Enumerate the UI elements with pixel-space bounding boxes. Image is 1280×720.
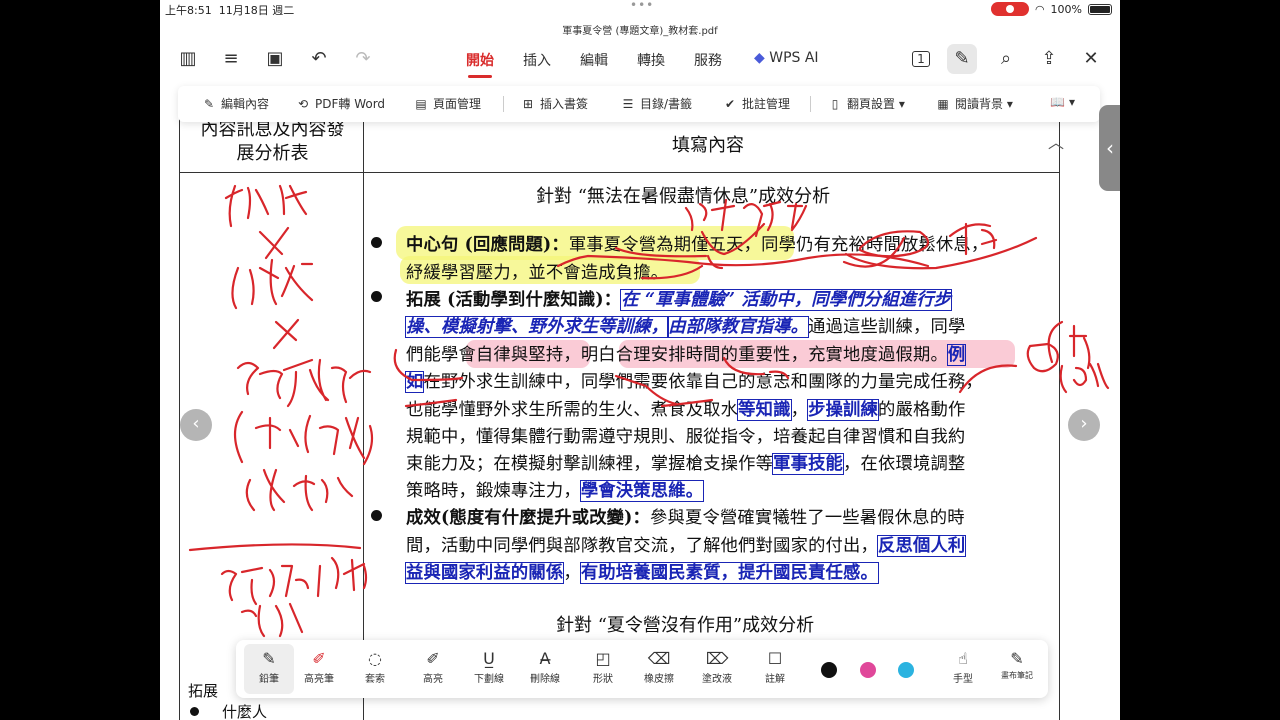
bottom-left-item: 什麼人 <box>222 703 268 720</box>
expand-line2: 操、模擬射擊、野外求生等訓練，由部隊教官指導。通過這些訓練，同學 <box>404 316 966 338</box>
bookmark-icon: ⊞ <box>522 97 534 111</box>
pen-icon: ✎ <box>954 48 970 69</box>
underline-tool[interactable]: U̲ 下劃線 <box>464 648 514 685</box>
page-count-icon[interactable]: 1 <box>910 48 932 70</box>
section-title-2: 針對 “夏令營沒有作用”成效分析 <box>556 615 815 636</box>
expand-line4: 如在野外求生訓練中，同學們需要依靠自己的意志和團隊的力量完成任務， <box>404 371 983 393</box>
hand-tool[interactable]: ☝ 手型 <box>938 648 988 685</box>
expand-line5: 也能學懂野外求生所需的生火、煮食及取水等知識，步操訓練的嚴格動作 <box>406 399 966 421</box>
underline-icon: U̲ <box>483 649 495 668</box>
wps-ai-button[interactable]: ◆ WPS AI <box>754 50 819 66</box>
expand-line7: 束能力及；在模擬射擊訓練裡，掌握槍支操作等軍事技能，在依環境調整 <box>406 453 966 475</box>
highlight-icon: ✐ <box>426 649 440 668</box>
hand-icon: ☝ <box>958 649 968 668</box>
search-icon[interactable]: ⌕ <box>995 48 1017 70</box>
note-tool[interactable]: ☐ 註解 <box>750 648 800 685</box>
ipad-screen: 上午8:51 11月18日 週二 ••• ◠ 100% 軍事夏令營 (專題文章)… <box>160 0 1120 720</box>
reading-background-button[interactable]: ▦ 閱讀背景 ▾ <box>936 95 1013 112</box>
pen-toolbar: ✎ 鉛筆 ✐ 高亮筆 ◌ 套索 ✐ 高亮 U̲ 下劃線 A̶ 刪除線 ◰ 形狀 ⌫ 橡皮擦 ⌦ 塗… <box>236 640 1048 698</box>
color-cyan[interactable] <box>898 662 914 678</box>
page-turn-icon: ▯ <box>831 97 839 111</box>
pencil-tool[interactable]: ✎ 鉛筆 <box>244 644 294 694</box>
tab-insert[interactable]: 插入 <box>523 50 551 70</box>
strikethrough-icon: A̶ <box>539 649 551 668</box>
highlight-tool[interactable]: ✐ 高亮 <box>408 648 458 685</box>
bottom-left-label: 拓展 <box>188 682 219 700</box>
save-icon[interactable]: ▣ <box>264 48 286 70</box>
screen-recording-indicator[interactable] <box>990 2 1029 16</box>
battery-icon <box>1088 3 1112 15</box>
lasso-icon: ◌ <box>368 649 382 668</box>
expand-line6: 規範中，懂得集體行動需遵守規則、服從指令，培養起自律習慣和自我約 <box>406 427 966 447</box>
section-title-1: 針對 “無法在暑假盡情休息”成效分析 <box>536 186 831 207</box>
menu-icon[interactable]: ≡ <box>220 48 242 70</box>
status-time: 上午8:51 11月18日 週二 <box>165 4 295 17</box>
comment-manage-button[interactable]: ✔ 批註管理 <box>723 95 790 112</box>
insert-bookmark-button[interactable]: ⊞ 插入書簽 <box>521 95 588 112</box>
close-icon[interactable]: ✕ <box>1080 48 1102 70</box>
convert-icon: ⟲ <box>297 97 309 111</box>
tab-start[interactable]: 開始 <box>466 50 494 78</box>
effect-line3: 益與國家利益的關係，有助培養國民素質，提升國民責任感。 <box>404 562 880 584</box>
toc-bookmark-button[interactable]: ☰ 目錄/書籤 <box>621 95 692 112</box>
left-header: 內容訊息及內容發 展分析表 <box>200 119 345 164</box>
eraser-tool[interactable]: ⌫ 橡皮擦 <box>634 648 684 685</box>
effect-line2: 間，活動中同學們與部隊教官交流，了解他們對國家的付出，反思個人利 <box>406 535 967 557</box>
correction-fluid-icon: ⌦ <box>705 649 729 668</box>
highlighter-pen-tool[interactable]: ✐ 高亮筆 <box>294 648 344 685</box>
tab-service[interactable]: 服務 <box>694 50 722 70</box>
background-icon: ▦ <box>937 97 949 111</box>
lasso-tool[interactable]: ◌ 套索 <box>350 648 400 685</box>
page-icon: ▤ <box>415 97 427 111</box>
toc-icon: ☰ <box>622 97 634 111</box>
ribbon-bar: ✎ 編輯內容 ⟲ PDF轉 Word ▤ 頁面管理 ⊞ 插入書簽 ☰ 目錄/書籤 ✔ 批註管… <box>178 86 1100 122</box>
next-page-icon[interactable]: › <box>1068 409 1100 441</box>
note-icon: ☐ <box>767 649 783 668</box>
collapse-icon[interactable]: ︿ <box>1048 129 1064 153</box>
highlighter-icon: ✐ <box>312 649 326 668</box>
right-header: 填寫內容 <box>672 135 744 156</box>
canvas-note-tool[interactable]: ✎ 畫布筆記 <box>992 648 1042 681</box>
book-view-button[interactable]: 📖 ▾ <box>1050 95 1075 109</box>
page-manage-button[interactable]: ▤ 頁面管理 <box>414 95 481 112</box>
strikethrough-tool[interactable]: A̶ 刪除線 <box>520 648 570 685</box>
center-sentence-line2: 紓緩學習壓力，並不會造成負擔。 <box>406 263 669 283</box>
color-black[interactable] <box>821 662 837 678</box>
tab-edit[interactable]: 編輯 <box>580 50 608 70</box>
undo-icon[interactable]: ↶ <box>308 48 330 70</box>
wifi-icon: ◠ <box>1034 2 1045 16</box>
document-title: 軍事夏令營 (專題文章)_教材套.pdf <box>562 26 718 37</box>
status-bar: 上午8:51 11月18日 週二 ••• ◠ 100% <box>160 0 1120 18</box>
side-panel-handle[interactable]: ‹ <box>1099 105 1120 191</box>
prev-page-icon[interactable]: ‹ <box>180 409 212 441</box>
book-icon: 📖 <box>1050 95 1065 109</box>
wps-ai-icon: ◆ <box>754 50 765 66</box>
correction-fluid-tool[interactable]: ⌦ 塗改液 <box>692 648 742 685</box>
bullet-effect: 成效(態度有什麼提升或改變)：參與夏令營確實犧牲了一些暑假休息的時 <box>406 508 965 528</box>
shape-icon: ◰ <box>595 649 611 668</box>
battery-percent: 100% <box>1050 2 1082 16</box>
main-toolbar: ▥ ≡ ▣ ↶ ↷ 開始 插入 編輯 轉換 服務 ◆ WPS AI 1 ✎ ⌕ … <box>160 40 1120 78</box>
page-turn-settings-button[interactable]: ▯ 翻頁設置 ▾ <box>828 95 905 112</box>
tab-convert[interactable]: 轉換 <box>637 50 665 70</box>
bullet-center-sentence: 中心句 (回應問題)：軍事夏令營為期僅五天，同學仍有充裕時間放鬆休息， <box>406 235 989 255</box>
edit-icon: ✎ <box>203 97 215 111</box>
canvas-note-icon: ✎ <box>1010 649 1024 668</box>
color-pink[interactable] <box>860 662 876 678</box>
edit-content-button[interactable]: ✎ 編輯內容 <box>202 95 269 112</box>
pdf-to-word-button[interactable]: ⟲ PDF轉 Word <box>296 95 385 112</box>
share-icon[interactable]: ⇪ <box>1038 48 1060 70</box>
sidebar-icon[interactable]: ▥ <box>177 48 199 70</box>
shape-tool[interactable]: ◰ 形狀 <box>578 648 628 685</box>
pencil-icon: ✎ <box>262 649 276 668</box>
pdf-page[interactable]: 內容訊息及內容發 展分析表 填寫內容 ︿ 針對 “無法在暑假盡情休息”成效分析 中… <box>160 104 1120 720</box>
redo-icon[interactable]: ↷ <box>352 48 374 70</box>
expand-line3: 們能學會自律與堅持，明白合理安排時間的重要性，充實地度過假期。例 <box>406 344 967 366</box>
eraser-icon: ⌫ <box>647 649 671 668</box>
bullet-expand: 拓展 (活動學到什麼知識)：在 “軍事體驗” 活動中，同學們分組進行步 <box>406 289 953 311</box>
multitask-dots[interactable]: ••• <box>630 0 654 12</box>
expand-line8: 策略時，鍛煉專注力，學會決策思維。 <box>406 480 705 502</box>
comment-icon: ✔ <box>724 97 736 111</box>
